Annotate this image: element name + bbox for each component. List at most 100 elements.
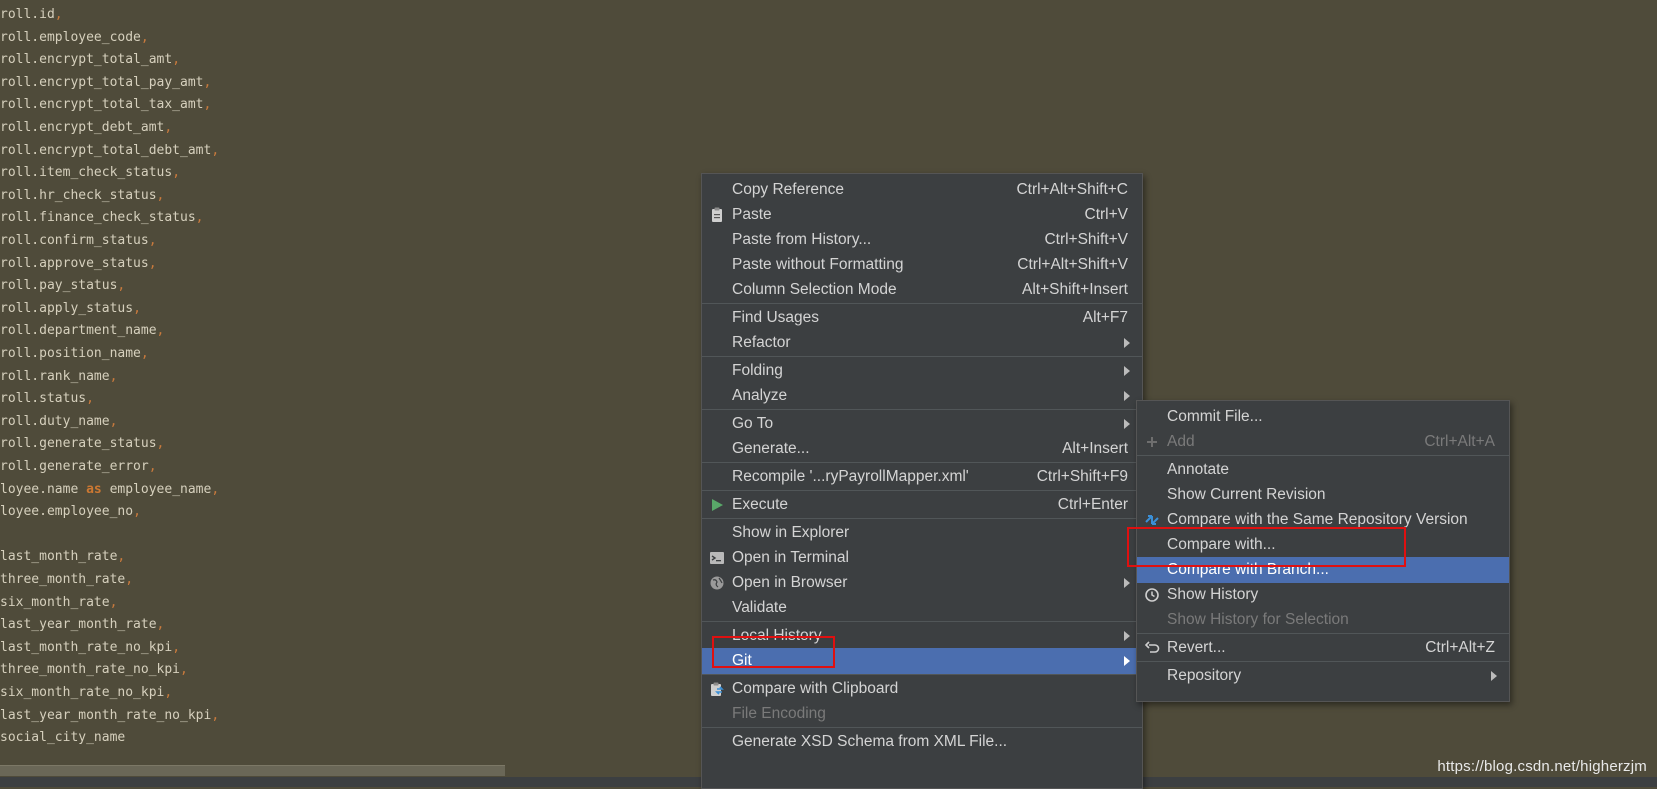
menu-item-label: Recompile '...ryPayrollMapper.xml' [732,468,969,485]
code-text: roll.rank_name [0,368,110,384]
menu-item-folding[interactable]: Folding [702,358,1142,384]
code-line: loyee.employee_no, [0,501,141,523]
menu-item-label: Revert... [1167,639,1226,656]
menu-item-paste-without-formatting[interactable]: Paste without Formatting Ctrl+Alt+Shift+V [702,252,1142,278]
menu-item-commit-file[interactable]: Commit File... [1137,404,1509,430]
menu-item-label: Show History [1167,586,1259,603]
menu-item-paste-from-history[interactable]: Paste from History... Ctrl+Shift+V [702,227,1142,253]
code-line: roll.department_name, [0,320,164,342]
menu-item-label: Open in Browser [732,574,848,591]
menu-item-repository[interactable]: Repository [1137,663,1509,689]
menu-separator [702,518,1142,519]
code-comma: , [172,52,181,68]
code-comma: , [125,572,134,587]
menu-item-execute[interactable]: Execute Ctrl+Enter [702,492,1142,518]
code-comma: , [164,685,173,700]
code-text: roll.approve_status [0,255,149,271]
code-comma: , [148,459,157,474]
menu-item-generate[interactable]: Generate... Alt+Insert [702,436,1142,462]
menu-item-validate[interactable]: Validate [702,595,1142,621]
code-text: last_year_month_rate_no_kpi [0,707,212,723]
menu-item-label: Go To [732,415,774,432]
globe-icon [709,574,725,592]
code-comma: , [86,391,94,407]
menu-item-show-current-revision[interactable]: Show Current Revision [1137,482,1509,508]
code-text: loyee.name [0,481,87,497]
code-line: roll.generate_status, [0,433,164,455]
code-line: roll.hr_check_status, [0,185,164,207]
code-line: roll.approve_status, [0,253,157,275]
submenu-arrow-icon [1124,656,1130,666]
menu-item-annotate[interactable]: Annotate [1137,457,1509,483]
menu-item-label: Validate [732,599,787,616]
menu-item-analyze[interactable]: Analyze [702,383,1142,409]
code-text: last_year_month_rate [0,617,157,633]
code-line: last_month_rate, [0,546,125,568]
menu-item-show-history[interactable]: Show History [1137,582,1509,608]
menu-item-revert[interactable]: Revert... Ctrl+Alt+Z [1137,635,1509,661]
horizontal-scrollbar[interactable] [0,765,505,776]
menu-item-find-usages[interactable]: Find Usages Alt+F7 [702,305,1142,331]
menu-separator [1137,455,1509,456]
menu-item-label: Find Usages [732,309,820,326]
menu-item-add: Add Ctrl+Alt+A [1137,429,1509,455]
code-line: six_month_rate_no_kpi, [0,682,172,704]
menu-separator [1137,661,1509,662]
menu-item-label: Analyze [732,387,788,404]
menu-item-column-selection-mode[interactable]: Column Selection Mode Alt+Shift+Insert [702,277,1142,303]
code-text: roll.status [0,391,87,407]
code-line: roll.generate_error, [0,456,157,478]
plus-icon [1144,433,1160,451]
menu-item-shortcut: Ctrl+Alt+A [1424,433,1495,450]
menu-item-label: Folding [732,362,783,379]
menu-separator [702,490,1142,491]
code-comma: , [211,481,220,497]
menu-item-label: Paste from History... [732,231,872,248]
menu-item-label: Compare with Clipboard [732,680,899,697]
terminal-icon [709,549,725,567]
code-comma: , [109,413,118,429]
code-comma: , [180,662,188,678]
menu-item-label: Commit File... [1167,408,1263,425]
menu-item-label: Show in Explorer [732,524,850,541]
menu-separator [702,303,1142,304]
menu-item-open-in-browser[interactable]: Open in Browser [702,570,1142,596]
menu-item-recompile-rypayrollmapper-xml[interactable]: Recompile '...ryPayrollMapper.xml' Ctrl+S… [702,464,1142,490]
code-comma: , [203,74,212,90]
menu-item-paste[interactable]: Paste Ctrl+V [702,202,1142,228]
menu-item-open-in-terminal[interactable]: Open in Terminal [702,545,1142,571]
menu-item-label: Repository [1167,667,1242,684]
menu-item-go-to[interactable]: Go To [702,411,1142,437]
menu-item-label: Open in Terminal [732,549,849,566]
code-comma: , [156,323,165,339]
code-text: roll.encrypt_total_debt_amt [0,142,212,158]
code-line: roll.duty_name, [0,411,117,433]
code-line: roll.pay_status, [0,275,125,297]
menu-item-label: Copy Reference [732,181,845,198]
code-text: roll.hr_check_status [0,187,157,203]
code-comma: , [172,639,181,655]
menu-item-label: Add [1167,433,1195,450]
menu-item-shortcut: Alt+F7 [1082,309,1128,326]
code-text: roll.generate_error [0,459,149,474]
code-comma: , [140,346,149,361]
revert-icon [1144,639,1160,657]
code-comma: , [140,29,149,45]
menu-item-shortcut: Ctrl+Enter [1057,496,1128,513]
menu-item-generate-xsd-schema-from-xml-file[interactable]: Generate XSD Schema from XML File... [702,729,1142,755]
menu-item-refactor[interactable]: Refactor [702,330,1142,356]
menu-item-show-in-explorer[interactable]: Show in Explorer [702,520,1142,546]
menu-item-copy-reference[interactable]: Copy Reference Ctrl+Alt+Shift+C [702,177,1142,203]
code-text: roll.confirm_status [0,233,149,248]
menu-item-show-history-for-selection: Show History for Selection [1137,607,1509,633]
menu-item-shortcut: Ctrl+Shift+V [1044,231,1128,248]
menu-item-shortcut: Ctrl+Alt+Shift+V [1017,256,1128,273]
code-text: roll.encrypt_total_tax_amt [0,97,204,113]
code-line: last_year_month_rate_no_kpi, [0,705,219,727]
code-text: roll.encrypt_total_amt [0,52,173,68]
menu-item-label: Paste without Formatting [732,256,904,273]
code-text: roll.finance_check_status [0,210,196,226]
code-comma: , [109,594,118,610]
code-line: roll.encrypt_total_tax_amt, [0,94,211,116]
menu-item-compare-with-clipboard[interactable]: Compare with Clipboard [702,676,1142,702]
